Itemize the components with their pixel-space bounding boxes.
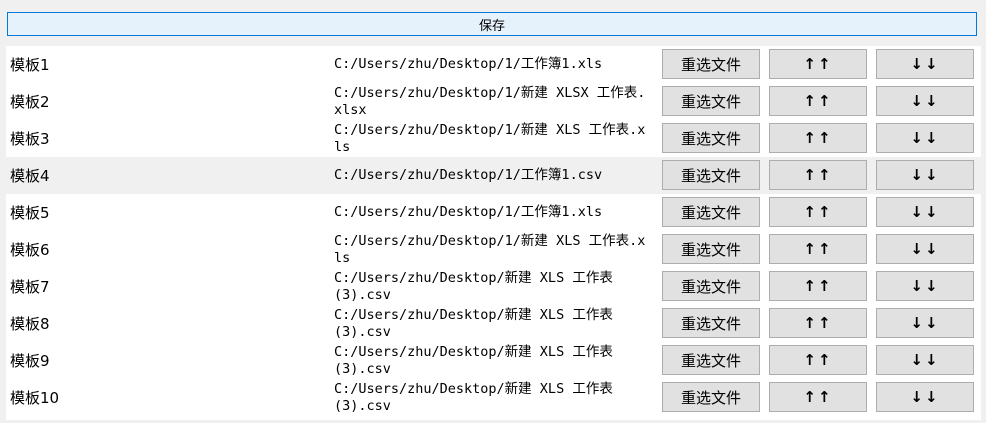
move-up-button[interactable]: ↑↑ bbox=[769, 382, 867, 412]
template-row: 模板2 C:/Users/zhu/Desktop/1/新建 XLSX 工作表.x… bbox=[6, 83, 981, 120]
template-path: C:/Users/zhu/Desktop/1/工作簿1.xls bbox=[334, 56, 603, 72]
move-down-button[interactable]: ↓↓ bbox=[876, 49, 974, 79]
reselect-file-button[interactable]: 重选文件 bbox=[662, 234, 760, 264]
move-up-button[interactable]: ↑↑ bbox=[769, 308, 867, 338]
reselect-file-button[interactable]: 重选文件 bbox=[662, 49, 760, 79]
move-up-button[interactable]: ↑↑ bbox=[769, 86, 867, 116]
move-down-button[interactable]: ↓↓ bbox=[876, 86, 974, 116]
move-down-button[interactable]: ↓↓ bbox=[876, 308, 974, 338]
move-down-button[interactable]: ↓↓ bbox=[876, 197, 974, 227]
move-up-button[interactable]: ↑↑ bbox=[769, 160, 867, 190]
move-down-button[interactable]: ↓↓ bbox=[876, 345, 974, 375]
template-path: C:/Users/zhu/Desktop/新建 XLS 工作表 (3).csv bbox=[334, 343, 613, 377]
template-name: 模板5 bbox=[10, 204, 50, 222]
template-row: 模板10 C:/Users/zhu/Desktop/新建 XLS 工作表 (3)… bbox=[6, 379, 981, 416]
reselect-file-button[interactable]: 重选文件 bbox=[662, 271, 760, 301]
move-down-button[interactable]: ↓↓ bbox=[876, 382, 974, 412]
move-up-button[interactable]: ↑↑ bbox=[769, 234, 867, 264]
template-row: 模板5 C:/Users/zhu/Desktop/1/工作簿1.xls 重选文件… bbox=[6, 194, 981, 231]
template-path: C:/Users/zhu/Desktop/新建 XLS 工作表 (3).csv bbox=[334, 269, 613, 303]
template-name: 模板6 bbox=[10, 241, 50, 259]
template-name: 模板8 bbox=[10, 315, 50, 333]
template-row: 模板3 C:/Users/zhu/Desktop/1/新建 XLS 工作表.xl… bbox=[6, 120, 981, 157]
template-path: C:/Users/zhu/Desktop/1/新建 XLS 工作表.xls bbox=[334, 121, 646, 155]
template-row: 模板8 C:/Users/zhu/Desktop/新建 XLS 工作表 (3).… bbox=[6, 305, 981, 342]
template-path: C:/Users/zhu/Desktop/1/新建 XLS 工作表.xls bbox=[334, 232, 646, 266]
template-name: 模板10 bbox=[10, 389, 60, 407]
move-up-button[interactable]: ↑↑ bbox=[769, 49, 867, 79]
template-row: 模板7 C:/Users/zhu/Desktop/新建 XLS 工作表 (3).… bbox=[6, 268, 981, 305]
template-path: C:/Users/zhu/Desktop/1/新建 XLSX 工作表.xlsx bbox=[334, 84, 646, 118]
reselect-file-button[interactable]: 重选文件 bbox=[662, 86, 760, 116]
template-name: 模板7 bbox=[10, 278, 50, 296]
move-down-button[interactable]: ↓↓ bbox=[876, 271, 974, 301]
template-name: 模板9 bbox=[10, 352, 50, 370]
template-path: C:/Users/zhu/Desktop/新建 XLS 工作表 (3).csv bbox=[334, 306, 613, 340]
template-name: 模板2 bbox=[10, 93, 50, 111]
reselect-file-button[interactable]: 重选文件 bbox=[662, 345, 760, 375]
save-button[interactable]: 保存 bbox=[7, 12, 977, 36]
template-name: 模板1 bbox=[10, 56, 50, 74]
move-up-button[interactable]: ↑↑ bbox=[769, 123, 867, 153]
move-down-button[interactable]: ↓↓ bbox=[876, 234, 974, 264]
template-row: 模板6 C:/Users/zhu/Desktop/1/新建 XLS 工作表.xl… bbox=[6, 231, 981, 268]
template-name: 模板4 bbox=[10, 167, 50, 185]
reselect-file-button[interactable]: 重选文件 bbox=[662, 160, 760, 190]
move-up-button[interactable]: ↑↑ bbox=[769, 345, 867, 375]
reselect-file-button[interactable]: 重选文件 bbox=[662, 382, 760, 412]
template-list: 模板1 C:/Users/zhu/Desktop/1/工作簿1.xls 重选文件… bbox=[6, 46, 981, 420]
reselect-file-button[interactable]: 重选文件 bbox=[662, 197, 760, 227]
reselect-file-button[interactable]: 重选文件 bbox=[662, 123, 760, 153]
template-row: 模板9 C:/Users/zhu/Desktop/新建 XLS 工作表 (3).… bbox=[6, 342, 981, 379]
move-down-button[interactable]: ↓↓ bbox=[876, 123, 974, 153]
template-row: 模板4 C:/Users/zhu/Desktop/1/工作簿1.csv 重选文件… bbox=[6, 157, 981, 194]
move-up-button[interactable]: ↑↑ bbox=[769, 271, 867, 301]
move-down-button[interactable]: ↓↓ bbox=[876, 160, 974, 190]
template-row: 模板1 C:/Users/zhu/Desktop/1/工作簿1.xls 重选文件… bbox=[6, 46, 981, 83]
template-path: C:/Users/zhu/Desktop/1/工作簿1.csv bbox=[334, 167, 603, 183]
template-path: C:/Users/zhu/Desktop/1/工作簿1.xls bbox=[334, 204, 603, 220]
move-up-button[interactable]: ↑↑ bbox=[769, 197, 867, 227]
template-name: 模板3 bbox=[10, 130, 50, 148]
template-path: C:/Users/zhu/Desktop/新建 XLS 工作表 (3).csv bbox=[334, 380, 613, 414]
reselect-file-button[interactable]: 重选文件 bbox=[662, 308, 760, 338]
